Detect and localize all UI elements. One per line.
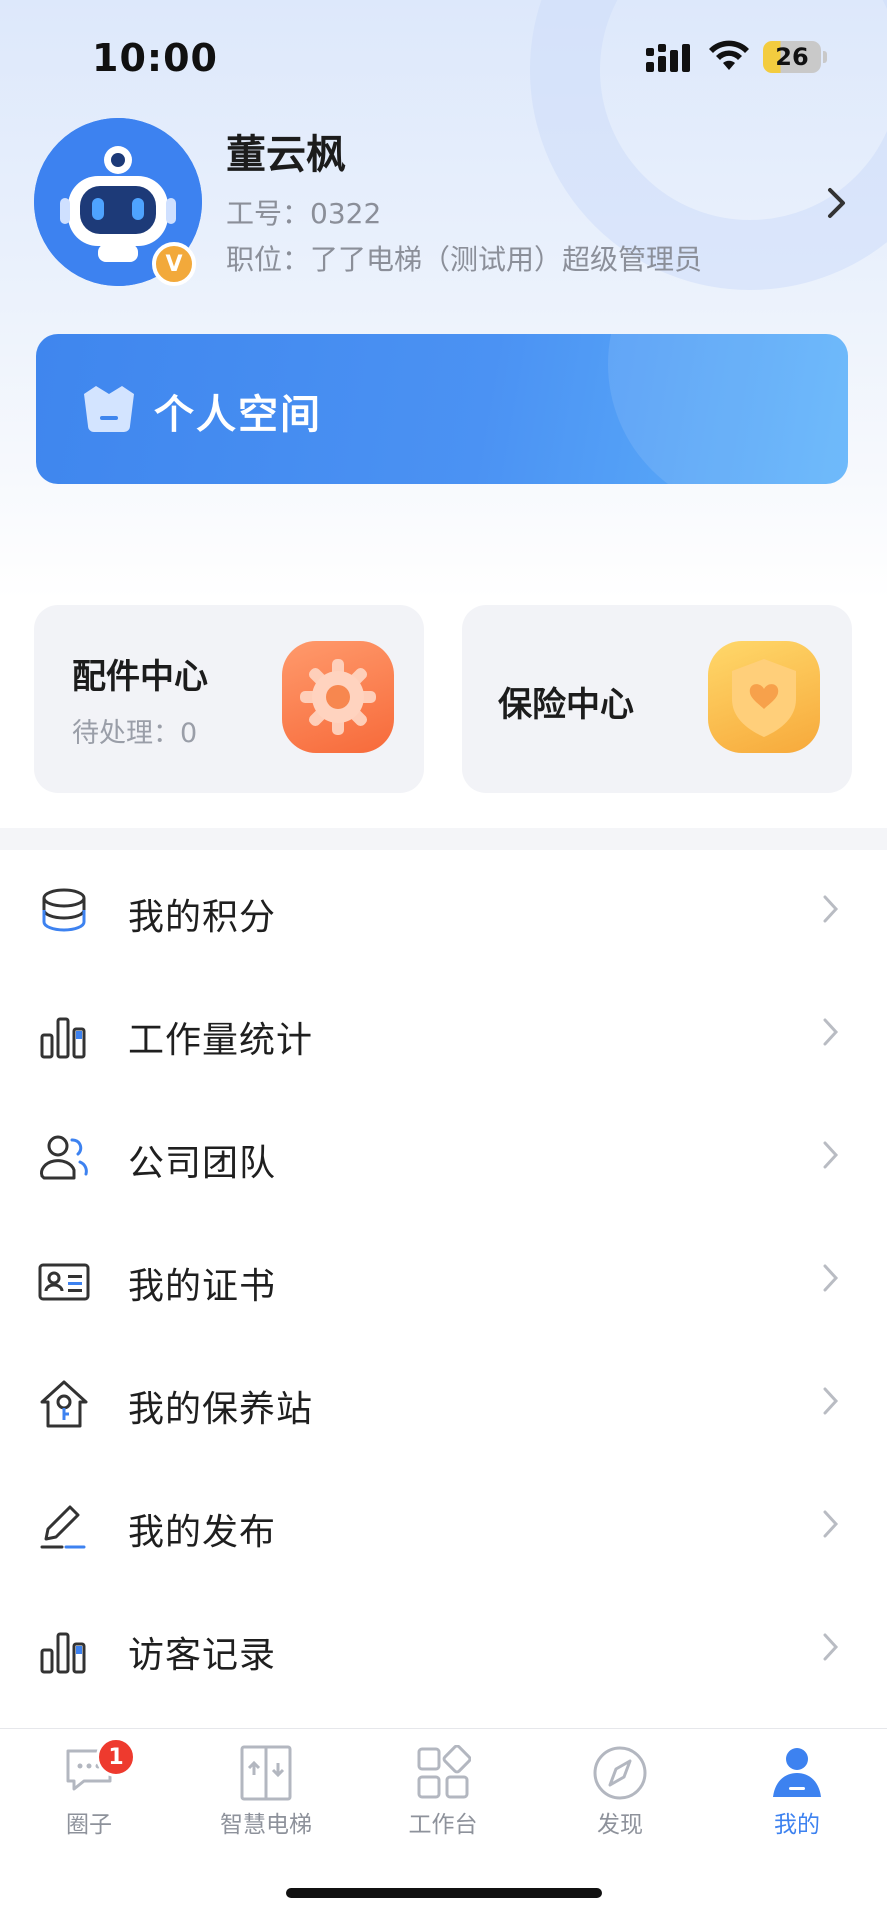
tab-workbench[interactable]: 工作台 (368, 1729, 518, 1849)
tab-mine[interactable]: 我的 (722, 1729, 872, 1849)
battery-level: 26 (775, 43, 809, 71)
chevron-right-icon (823, 1264, 839, 1292)
parts-pending-count: 待处理：0 (72, 718, 198, 749)
menu-item-workload-stats[interactable]: 工作量统计 (0, 973, 887, 1096)
apps-grid-icon (417, 1745, 471, 1799)
chevron-right-icon (823, 1018, 839, 1046)
tab-label: 工作台 (408, 1812, 478, 1838)
tab-label: 我的 (774, 1812, 820, 1838)
menu-label: 我的积分 (128, 897, 277, 938)
user-name: 董云枫 (226, 132, 346, 178)
chevron-right-icon (823, 1633, 839, 1661)
chevron-right-icon (823, 895, 839, 923)
parts-center-card[interactable]: 配件中心 待处理：0 (34, 605, 424, 793)
menu-item-certificates[interactable]: 我的证书 (0, 1219, 887, 1342)
menu-item-points[interactable]: 我的积分 (0, 850, 887, 973)
tab-smart-elevator[interactable]: 智慧电梯 (191, 1729, 341, 1849)
employee-id: 工号：0322 (226, 197, 382, 230)
personal-space-label: 个人空间 (154, 392, 322, 438)
chevron-right-icon (823, 1387, 839, 1415)
section-divider (0, 828, 887, 850)
compass-icon (593, 1746, 647, 1800)
insurance-center-title: 保险中心 (498, 685, 634, 725)
id-card-icon (38, 1263, 90, 1301)
home-indicator (286, 1888, 602, 1898)
menu-item-company-team[interactable]: 公司团队 (0, 1096, 887, 1219)
menu-label: 访客记录 (128, 1635, 277, 1676)
tab-circle[interactable]: 1 圈子 (14, 1729, 164, 1849)
menu-label: 工作量统计 (128, 1020, 314, 1061)
menu-label: 我的保养站 (128, 1389, 314, 1430)
menu-item-visitor-records[interactable]: 访客记录 (0, 1588, 887, 1711)
battery-indicator: 26 (763, 41, 821, 73)
tab-discover[interactable]: 发现 (545, 1729, 695, 1849)
menu-label: 公司团队 (128, 1143, 277, 1184)
user-icon (773, 1748, 821, 1797)
wifi-icon (709, 40, 749, 70)
menu-item-my-posts[interactable]: 我的发布 (0, 1465, 887, 1588)
tab-label: 智慧电梯 (220, 1812, 312, 1838)
tab-label: 圈子 (66, 1812, 112, 1838)
verified-badge: V (152, 242, 196, 286)
basket-icon (84, 386, 134, 432)
user-position: 职位：了了电梯（测试用）超级管理员 (226, 243, 703, 276)
gear-icon (282, 641, 394, 753)
bar-chart-icon (40, 1632, 86, 1674)
edit-icon (40, 1505, 86, 1549)
home-key-icon (40, 1380, 88, 1428)
coins-icon (42, 888, 86, 932)
chevron-right-icon (823, 1510, 839, 1538)
parts-center-title: 配件中心 (72, 657, 208, 697)
signal-icon (646, 44, 690, 72)
menu-label: 我的证书 (128, 1266, 277, 1307)
battery-tip (823, 51, 827, 63)
team-icon (40, 1135, 88, 1180)
menu-item-maintenance-station[interactable]: 我的保养站 (0, 1342, 887, 1465)
status-bar: 10:00 26 (0, 0, 887, 115)
personal-space-button[interactable]: 个人空间 (36, 334, 848, 484)
elevator-icon (240, 1745, 292, 1801)
unread-badge: 1 (96, 1737, 136, 1777)
status-time: 10:00 (92, 36, 218, 80)
shield-heart-icon (708, 641, 820, 753)
chevron-right-icon[interactable] (826, 186, 848, 220)
insurance-center-card[interactable]: 保险中心 (462, 605, 852, 793)
chevron-right-icon (823, 1141, 839, 1169)
bar-chart-icon (40, 1017, 86, 1059)
menu-label: 我的发布 (128, 1512, 277, 1553)
tab-label: 发现 (597, 1812, 643, 1838)
